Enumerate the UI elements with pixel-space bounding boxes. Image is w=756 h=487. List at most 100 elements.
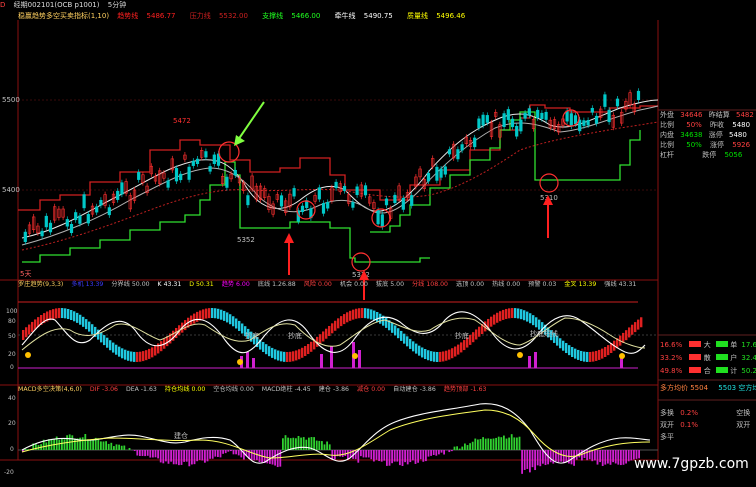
candle-body [456,149,460,160]
macd-bar [170,450,172,462]
kdj-band-segment [61,308,64,319]
kdj-band-segment [586,351,589,362]
kdj-band-segment [475,329,478,340]
mid-legend-2: K 43.31 [157,281,182,288]
macd-bar [380,450,383,462]
candle-body [363,185,368,196]
macd-bar [188,450,191,467]
macd-bar [232,450,235,455]
mid-legend-10: 选顶 0.00 [455,281,485,288]
macd-bar [243,450,245,460]
macd-bar [586,450,588,461]
kdj-band-segment [457,344,460,355]
candle-body [473,137,477,148]
kdj-band-segment [160,341,163,352]
kdj-band-segment [418,345,421,356]
macd-bar [219,450,222,458]
kdj-band-segment [595,350,598,361]
kdj-band-segment [139,351,142,362]
kdj-band-segment [208,308,211,319]
candle-body [477,118,481,129]
macd-bar [594,450,596,461]
kdj-band-segment [295,350,298,361]
candle-body [74,212,78,221]
macd-bar [193,450,196,465]
candle-body [355,186,359,196]
kdj-band-segment [214,308,217,319]
macd-legend-5: 建仓 -3.86 [318,386,349,393]
macd-bar [328,444,331,450]
macd-y-tick-0: 0 [10,446,14,453]
macd-bar [627,450,630,462]
kdj-band-segment [301,347,304,358]
kdj-band-segment [400,330,403,341]
kdj-band-segment [334,320,337,331]
quote-row-4: 杠杆 跌停 5056 [660,151,743,159]
kdj-spike [534,352,537,368]
macd-bar [165,450,167,462]
macd-bar [144,450,146,457]
kdj-band-segment [493,314,496,325]
macd-bar [451,450,453,452]
mid-indicator-name[interactable]: 罗庄趋势(9,3,3) [18,281,63,288]
kdj-band-segment [106,337,109,348]
macd-bar [630,450,633,461]
candle-body [225,176,229,188]
kdj-spike [358,350,361,368]
macd-bar [539,450,542,467]
candle-body [590,107,594,113]
kdj-band-segment [154,345,157,356]
macd-bar [513,437,516,450]
kdj-band-segment [91,324,94,335]
macd-bar [63,439,66,450]
mid-legend-5: 底线 1.26.88 [257,281,296,288]
macd-legend-2: 持仓均线 0.00 [164,386,206,393]
macd-bar [87,439,89,450]
candle-body [510,118,515,128]
candle-body [166,180,170,188]
kdj-band-segment [238,320,241,331]
kdj-band-segment [397,328,400,339]
candle-body [594,115,599,124]
macd-y-tick-40: 40 [8,395,16,402]
candle-body [376,210,380,225]
macd-bar [505,438,508,450]
macd-bar [61,439,63,450]
macd-bar [209,450,211,459]
kdj-band-segment [130,351,133,362]
kdj-band-segment [385,317,388,328]
macd-bar [425,450,427,462]
macd-bar [417,450,419,463]
candle-body [174,168,179,182]
macd-bar [48,439,50,450]
kdj-band-segment [421,347,424,358]
macd-y-tick-neg20: -20 [4,469,14,476]
pos-row-1: 双开 0.1% 双开 [660,421,751,429]
kdj-band-segment [454,346,457,357]
mid-legend-14: 强线 43.31 [604,281,637,288]
kdj-band-segment [598,349,601,360]
kdj-band-segment [436,351,439,362]
mid-legend-4: 趋势 6.00 [221,281,250,288]
candle-body [334,181,338,189]
macd-bar [529,450,531,473]
kdj-band-segment [373,310,376,321]
kdj-band-segment [82,316,85,327]
candle-body [195,158,200,165]
macd-indicator-name[interactable]: MACD多空决策(4,6,0) [18,386,82,393]
kdj-band-segment [565,343,568,354]
macd-bar [393,450,396,462]
candle-body [527,108,531,116]
kdj-band-segment [73,311,76,322]
candle-body [607,109,611,123]
chart-canvas[interactable]: 5500 5400 5472 5352 5312 5310 5天 100 80 [0,0,756,487]
macd-bar [105,441,107,450]
macd-bar [500,437,503,450]
macd-bar [118,444,120,450]
macd-bar [490,438,492,450]
kdj-band-segment [469,334,472,345]
macd-bar [409,450,412,463]
mid-y-tick-50: 50 [8,333,16,340]
kdj-band-segment [145,350,148,361]
kdj-band-segment [361,308,364,319]
